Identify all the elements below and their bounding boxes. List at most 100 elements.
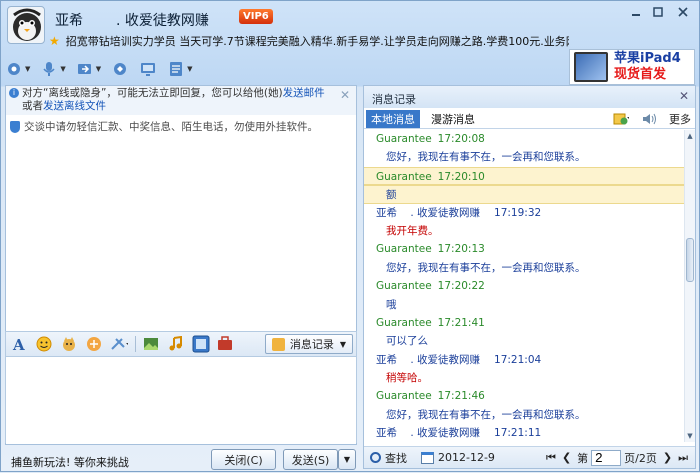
send-button[interactable]: 发送(S) [283, 449, 338, 470]
message-time: 17:21:41 [437, 316, 485, 329]
nudge-icon[interactable] [85, 335, 103, 353]
ad-banner[interactable]: 苹果iPad4 现货首发 [569, 49, 695, 85]
title-bar: 亚希 . 收爱徒教网赚 VIP6 ★ 招宽带钻培训实力学员 当天可学.7节课程完… [1, 1, 700, 53]
message-header: 亚希 . 收爱徒教网赚 17:21:11 [364, 424, 684, 442]
message-header: Guarantee 17:21:41 [364, 314, 684, 332]
music-icon[interactable] [167, 335, 185, 353]
remote-assist-button[interactable] [111, 60, 129, 78]
scroll-thumb[interactable] [686, 238, 694, 282]
toolbox-icon[interactable] [217, 335, 235, 353]
avatar[interactable] [7, 6, 45, 44]
send-offline-file-link[interactable]: 发送离线文件 [43, 100, 106, 112]
close-icon[interactable] [669, 3, 697, 20]
message-text: 额 [364, 185, 684, 204]
find-button[interactable]: 查找 [370, 450, 407, 466]
monitor-icon [139, 60, 157, 78]
file-transfer-icon [76, 60, 94, 78]
message-sender: Guarantee [376, 133, 432, 145]
close-button[interactable]: 关闭(C) [211, 449, 276, 470]
message-text: 您好，我现在有事不在，一会再和您联系。 [386, 261, 586, 274]
image-icon[interactable] [142, 335, 160, 353]
screenshot-icon[interactable] [110, 335, 128, 353]
message-text: 可以了么 [386, 335, 428, 348]
scrollbar[interactable]: ▲ ▼ [684, 130, 695, 442]
app-menu-button[interactable]: ▼ [167, 60, 193, 78]
ticker[interactable]: ★ 招宽带钻培训实力学员 当天可学.7节课程完美融入精华.新手易学.让学员走向网… [49, 33, 569, 49]
promo-link[interactable]: 捕鱼新玩法! 等你来挑战 [11, 454, 129, 470]
notice-text: 对方“离线或隐身”，可能无法立即回复，您可以给他(她) [22, 87, 283, 99]
scroll-down-icon[interactable]: ▼ [685, 430, 695, 442]
close-history-icon[interactable]: ✕ [679, 89, 689, 103]
message-text: 稍等哈。 [386, 372, 428, 385]
screen-share-button[interactable] [139, 60, 157, 78]
prev-page-icon[interactable]: ❮ [562, 451, 571, 464]
chevron-down-icon: ▼ [339, 339, 346, 349]
message-input[interactable] [5, 357, 357, 443]
next-page-icon[interactable]: ❯ [663, 451, 672, 464]
message-header: Guarantee 17:20:22 [364, 277, 684, 295]
last-page-icon[interactable]: ⏭ [678, 451, 688, 465]
history-tabs: 本地消息 漫游消息 更多 [364, 109, 695, 129]
remote-assist-icon [111, 60, 129, 78]
message-list: Guarantee 17:20:08 您好，我现在有事不在，一会再和您联系。 Guar… [364, 130, 684, 442]
history-title: 消息记录 [372, 93, 416, 106]
message-time: 17:20:22 [437, 280, 485, 293]
message-sender: Guarantee [376, 390, 432, 403]
contact-nickname: . 收爱徒教网赚 [116, 13, 209, 29]
message-sender: 亚希 . 收爱徒教网赚 [376, 353, 481, 366]
safety-notice: 交谈中请勿轻信汇款、中奖信息、陌生电话，勿使用外挂软件。 [10, 119, 318, 134]
app-store-icon[interactable] [192, 335, 210, 353]
ad-title: 苹果iPad4 [614, 51, 681, 66]
message-header: Guarantee 17:21:46 [364, 387, 684, 405]
message-time: 17:20:13 [437, 243, 485, 256]
star-icon: ★ [49, 34, 60, 48]
history-icon [271, 337, 285, 351]
message-sender: Guarantee [376, 243, 432, 256]
calendar-icon [421, 451, 434, 464]
offline-notice: i 对方“离线或隐身”，可能无法立即回复，您可以给他(她)发送邮件或者发送离线文… [6, 86, 356, 115]
page-suffix: 页/2页 [624, 451, 657, 465]
message-header: Guarantee 17:20:08 [364, 130, 684, 148]
tab-roaming-messages[interactable]: 漫游消息 [426, 110, 480, 128]
video-call-button[interactable]: ▼ [5, 60, 30, 78]
notice-text-or: 或者 [22, 100, 43, 112]
info-icon: i [9, 88, 19, 98]
speaker-icon[interactable] [641, 112, 657, 126]
minimize-icon[interactable] [625, 3, 647, 20]
page-number-input[interactable] [591, 449, 622, 466]
date-picker[interactable]: 2012-12-9 [421, 451, 495, 464]
send-mail-link[interactable]: 发送邮件 [283, 87, 325, 99]
message-sender: Guarantee [376, 316, 432, 329]
history-button[interactable]: 消息记录 ▼ [264, 334, 353, 354]
chevron-down-icon: ▼ [60, 65, 66, 73]
contact-name: 亚希 [55, 13, 83, 29]
chevron-down-icon: ▼ [95, 65, 102, 73]
history-footer: 查找 2012-12-9 ⏮ ❮ 第 页/2页 ❯ ⏭ [364, 446, 695, 468]
scroll-up-icon[interactable]: ▲ [685, 130, 695, 142]
message-text: 我开年费。 [386, 224, 439, 237]
message-time: 17:21:04 [494, 353, 542, 366]
more-button[interactable]: 更多 [669, 111, 691, 127]
first-page-icon[interactable]: ⏮ [546, 451, 556, 465]
voice-call-button[interactable]: ▼ [40, 60, 66, 78]
camera-icon [5, 60, 23, 78]
ticker-text: 招宽带钻培训实力学员 当天可学.7节课程完美融入精华.新手易学.让学员走向网赚之… [65, 35, 569, 48]
maximize-icon[interactable] [647, 3, 669, 20]
manage-icon[interactable] [613, 112, 629, 126]
message-header: Guarantee 17:20:10 [364, 166, 684, 186]
history-header: 消息记录 ✕ [364, 86, 695, 108]
chat-window: 亚希 . 收爱徒教网赚 VIP6 ★ 招宽带钻培训实力学员 当天可学.7节课程完… [0, 0, 700, 472]
close-notice-icon[interactable]: ✕ [340, 89, 350, 102]
message-header: Guarantee 17:20:13 [364, 240, 684, 258]
font-icon[interactable]: A [10, 335, 28, 353]
tab-local-messages[interactable]: 本地消息 [366, 109, 420, 128]
send-options-button[interactable]: ▼ [338, 449, 356, 470]
vip-badge[interactable]: VIP6 [239, 9, 273, 24]
message-sender: Guarantee [376, 170, 432, 183]
send-file-button[interactable]: ▼ [76, 60, 101, 78]
message-time: 17:20:08 [437, 133, 485, 145]
magic-emoji-icon[interactable] [60, 335, 78, 353]
emoji-icon[interactable] [35, 335, 53, 353]
message-time: 17:20:10 [437, 170, 485, 183]
bottom-bar: 捕鱼新玩法! 等你来挑战 关闭(C) 发送(S) ▼ [1, 445, 361, 473]
